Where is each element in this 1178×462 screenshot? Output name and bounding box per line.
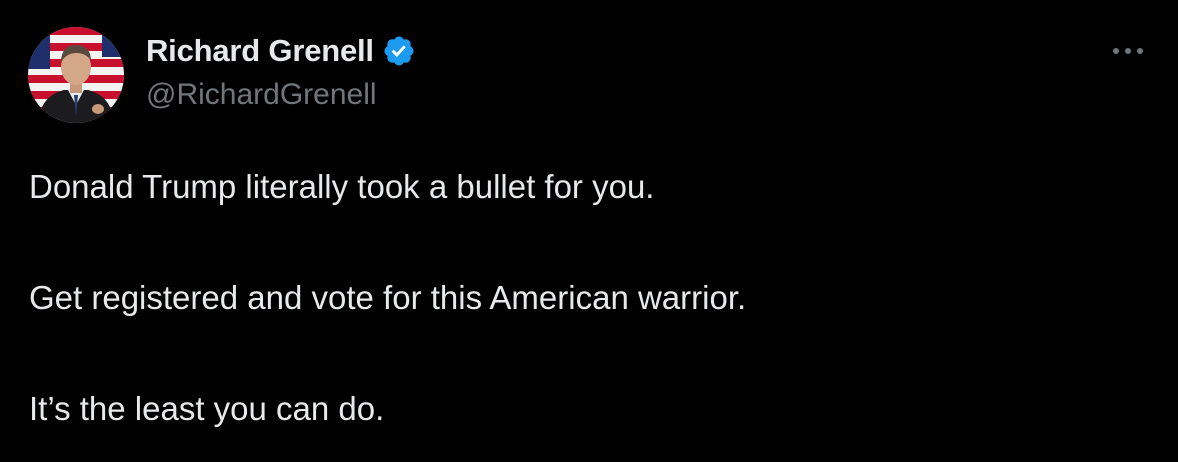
- tweet-paragraph: It’s the least you can do.: [29, 390, 385, 427]
- tweet-text: Donald Trump literally took a bullet for…: [29, 164, 1149, 432]
- more-horizontal-icon: [1113, 48, 1143, 54]
- more-options-button[interactable]: [1106, 36, 1150, 66]
- author-handle[interactable]: @RichardGrenell: [146, 78, 377, 112]
- avatar-photo-icon: [28, 27, 124, 123]
- author-display-name[interactable]: Richard Grenell: [146, 33, 374, 69]
- verified-badge-icon[interactable]: [382, 34, 416, 68]
- tweet-card: Richard Grenell @RichardGrenell Donald T…: [0, 0, 1178, 462]
- author-avatar[interactable]: [28, 27, 124, 123]
- tweet-paragraph: Donald Trump literally took a bullet for…: [29, 168, 655, 205]
- author-name-row: Richard Grenell: [146, 30, 416, 72]
- tweet-paragraph: Get registered and vote for this America…: [29, 279, 747, 316]
